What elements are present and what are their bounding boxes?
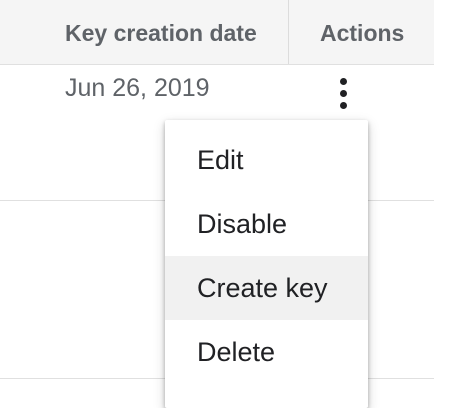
key-creation-date-cell: Jun 26, 2019 (65, 74, 210, 102)
column-header-actions: Actions (320, 20, 405, 46)
column-divider (288, 0, 289, 64)
more-vert-icon[interactable] (334, 76, 354, 112)
table-header-row: Key creation date Actions (0, 0, 434, 65)
menu-item-delete[interactable]: Delete (165, 320, 368, 384)
row-actions-menu: Edit Disable Create key Delete (165, 120, 368, 408)
menu-item-disable[interactable]: Disable (165, 192, 368, 256)
menu-item-create-key[interactable]: Create key (165, 256, 368, 320)
menu-item-edit[interactable]: Edit (165, 128, 368, 192)
column-header-key-creation-date[interactable]: Key creation date (65, 0, 257, 64)
